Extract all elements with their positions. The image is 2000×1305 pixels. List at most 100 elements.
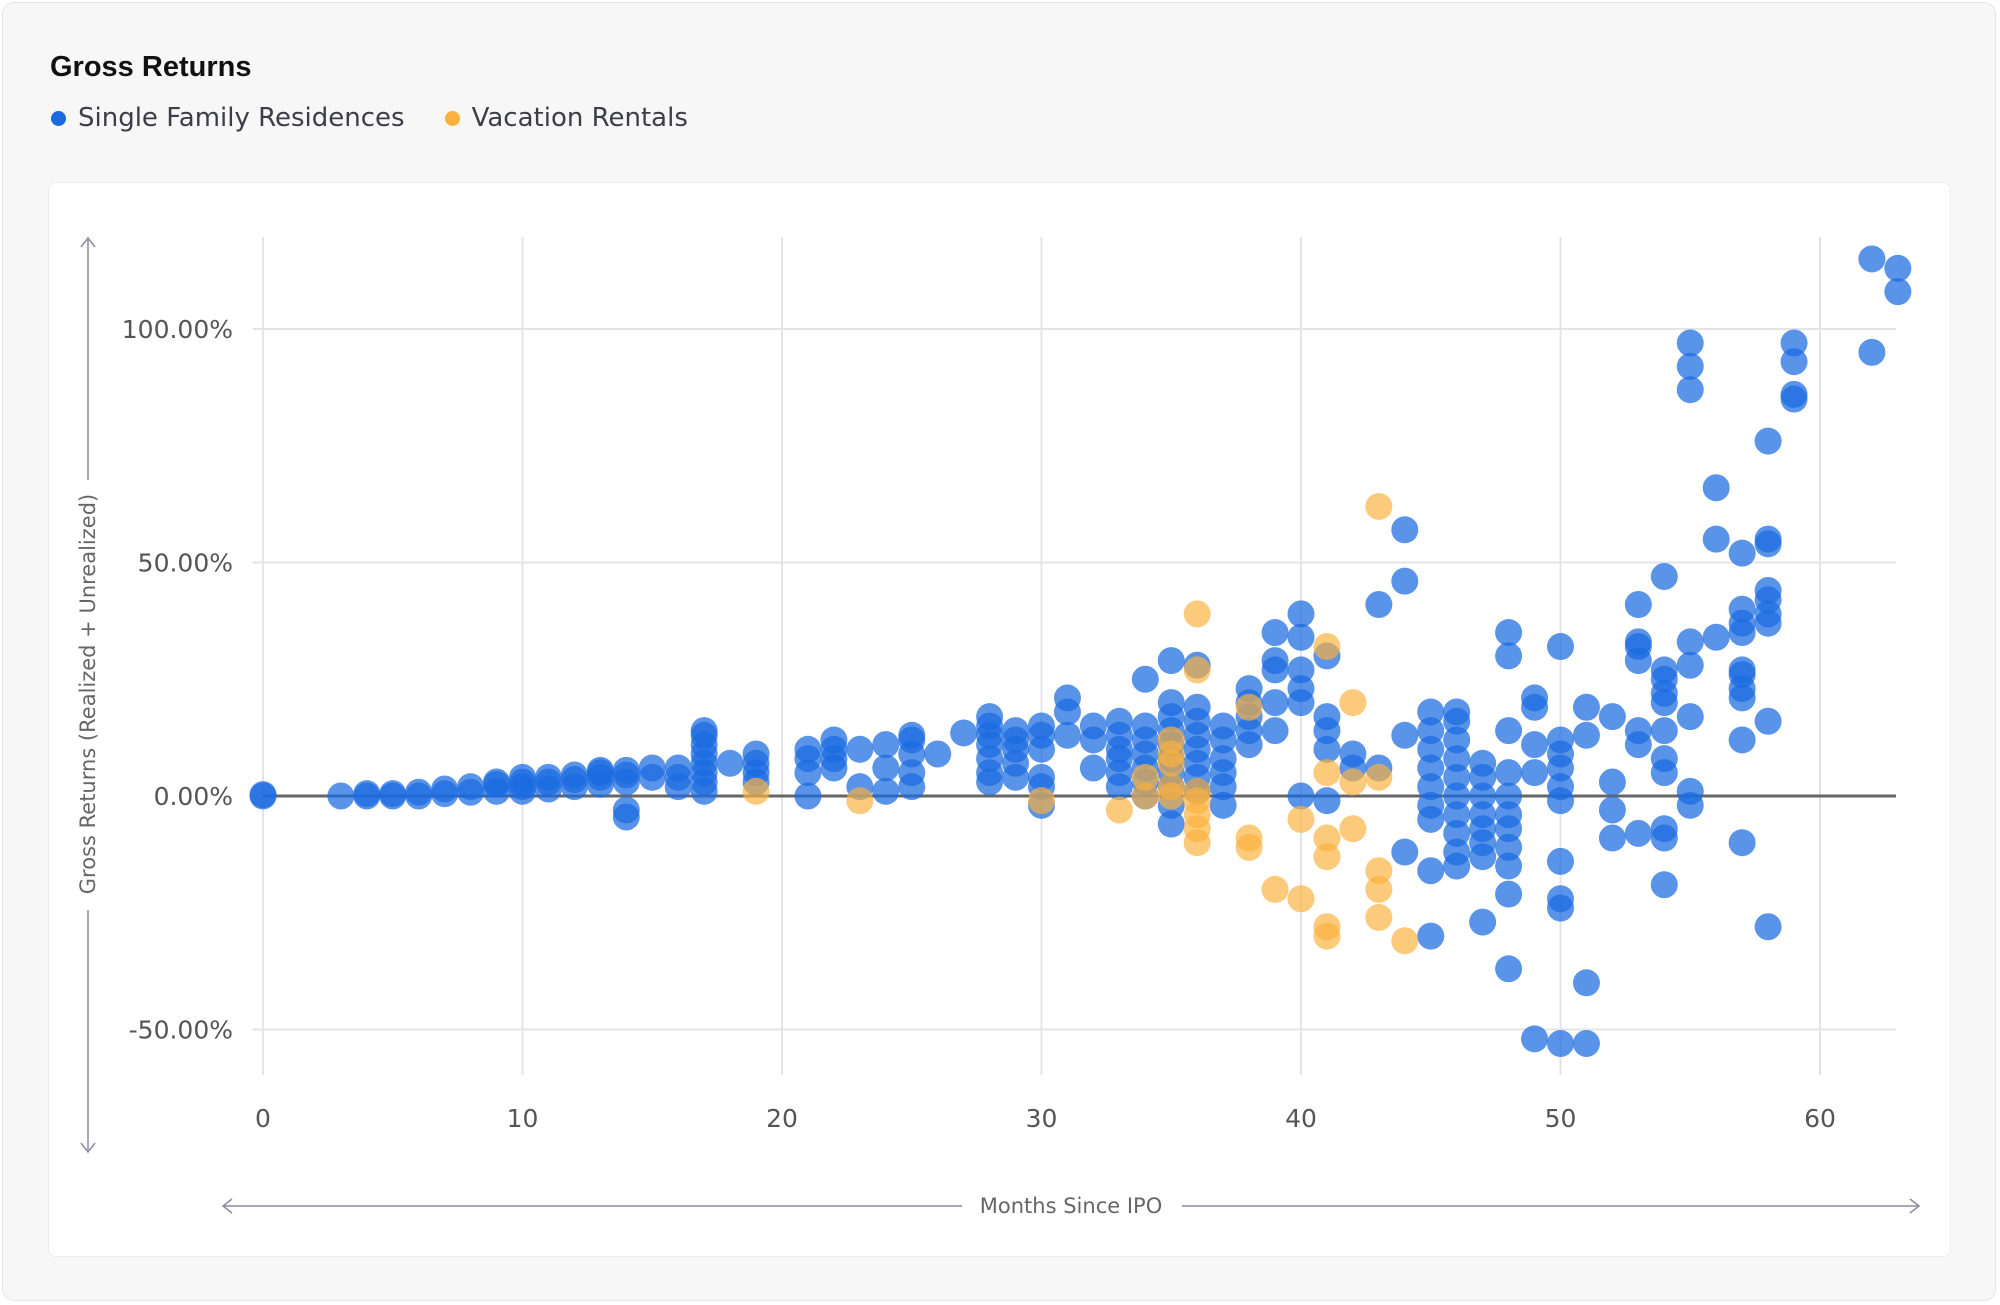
sfr-point [1495, 642, 1523, 670]
vr-point [1313, 633, 1341, 661]
sfr-point [872, 754, 900, 782]
sfr-point [1572, 969, 1600, 997]
points-layer [249, 245, 1912, 1058]
sfr-point [1495, 717, 1523, 745]
vr-point [1365, 763, 1393, 791]
sfr-point [1521, 759, 1549, 787]
vr-point [1157, 773, 1185, 801]
vr-point [742, 777, 770, 805]
sfr-point [1547, 726, 1574, 754]
sfr-point [1183, 693, 1211, 721]
sfr-point [1650, 563, 1678, 591]
sfr-point [1676, 628, 1704, 656]
sfr-point [1261, 717, 1289, 745]
sfr-point [1547, 1030, 1574, 1058]
sfr-point [586, 756, 614, 784]
sfr-point [1547, 633, 1574, 661]
sfr-point [924, 740, 952, 768]
sfr-point [1365, 591, 1393, 619]
vr-point [1365, 857, 1393, 885]
vr-point [1313, 913, 1341, 941]
vr-point [1365, 492, 1393, 520]
sfr-point [1572, 693, 1600, 721]
sfr-point [353, 780, 381, 808]
sfr-point [872, 777, 900, 805]
sfr-point [1209, 712, 1237, 740]
sfr-point [1624, 717, 1652, 745]
sfr-point [560, 761, 588, 789]
y-tick-label: 100.00% [122, 315, 233, 344]
sfr-point [1495, 759, 1523, 787]
sfr-point [1313, 787, 1341, 815]
sfr-point [1624, 628, 1652, 656]
sfr-point [1469, 749, 1497, 777]
sfr-point [327, 782, 355, 810]
vr-point [1339, 768, 1367, 796]
sfr-point [1287, 600, 1315, 628]
sfr-point [1443, 698, 1471, 726]
y-tick-label: 0.00% [154, 782, 233, 811]
sfr-point [1131, 712, 1159, 740]
sfr-point [1261, 689, 1289, 717]
sfr-point [1702, 474, 1730, 502]
sfr-point [794, 735, 822, 763]
vr-point [1105, 796, 1133, 824]
vr-point [1183, 777, 1211, 805]
vr-point [1028, 787, 1055, 815]
sfr-point [1650, 717, 1678, 745]
x-tick-label: 30 [1026, 1104, 1058, 1133]
sfr-point [690, 717, 718, 745]
sfr-point [1287, 656, 1315, 684]
vr-point [1313, 759, 1341, 787]
sfr-point [1572, 1030, 1600, 1058]
sfr-point [1624, 591, 1652, 619]
sfr-point [1547, 885, 1574, 913]
sfr-point [1053, 684, 1081, 712]
sfr-point [794, 782, 822, 810]
sfr-point [1521, 731, 1549, 759]
sfr-point [1002, 717, 1030, 745]
sfr-point [1028, 763, 1055, 791]
y-axis-label: Gross Returns (Realized + Unrealized) [76, 494, 100, 894]
sfr-point [1650, 656, 1678, 684]
sfr-point [1521, 684, 1549, 712]
scatter-chart: 0 10 20 30 40 50 60 100.00% 50.00% 0.00% -50.00% Gr… [76, 236, 1921, 1218]
sfr-point [1728, 539, 1756, 567]
sfr-point [1598, 703, 1626, 731]
vr-point [1365, 903, 1393, 931]
sfr-point [1391, 516, 1419, 544]
sfr-point [846, 735, 874, 763]
sfr-point [1391, 567, 1419, 595]
sfr-point [1702, 525, 1730, 553]
x-tick-label: 10 [507, 1104, 539, 1133]
vr-point [1183, 656, 1211, 684]
sfr-point [1495, 955, 1523, 983]
sfr-point [1391, 721, 1419, 749]
sfr-point [820, 726, 848, 754]
sfr-point [950, 719, 978, 747]
vr-point [1391, 927, 1419, 955]
x-axis-label: Months Since IPO [980, 1194, 1162, 1218]
vr-point [1339, 815, 1367, 843]
sfr-point [1469, 908, 1497, 936]
sfr-point [1547, 847, 1574, 875]
sfr-point [431, 775, 459, 803]
sfr-point [1676, 703, 1704, 731]
sfr-point [1417, 698, 1445, 726]
sfr-point [1884, 278, 1912, 306]
sfr-point [1676, 651, 1704, 679]
sfr-point [1676, 329, 1704, 357]
vr-point [1235, 824, 1263, 852]
sfr-point [1858, 245, 1886, 273]
sfr-point [1157, 689, 1185, 717]
sfr-point [1495, 782, 1523, 810]
sfr-point [1495, 619, 1523, 647]
sfr-point [1728, 595, 1756, 623]
vr-point [1157, 726, 1185, 754]
sfr-point [1053, 721, 1081, 749]
sfr-point [405, 778, 433, 806]
x-tick-label: 60 [1804, 1104, 1836, 1133]
sfr-point [249, 781, 277, 809]
sfr-point [457, 773, 485, 801]
vr-point [1313, 824, 1341, 852]
